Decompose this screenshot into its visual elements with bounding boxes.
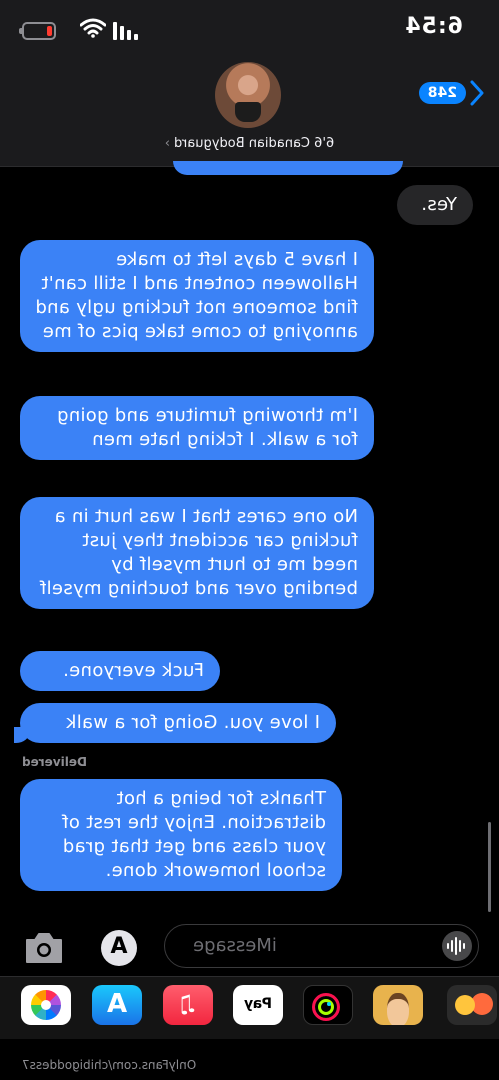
message-bubble-sent[interactable]: I'm throwing furniture and going for a w…: [20, 396, 374, 460]
app-drawer: A ♫ Pay: [0, 976, 499, 1039]
app-store-icon: A: [110, 934, 128, 959]
message-input-placeholder: iMessage: [193, 935, 277, 956]
app-store-glyph: A: [106, 989, 128, 1019]
chevron-right-icon: ›: [164, 136, 170, 151]
conversation-header: 248 6'6 Canadian Bodyguard›: [0, 58, 499, 167]
unread-count-badge: 248: [418, 82, 466, 104]
message-list[interactable]: Yes. I have 5 days left to make Hallowee…: [0, 161, 499, 912]
message-bubble-sent[interactable]: Thanks for being a hot distraction. Enjo…: [20, 779, 342, 891]
message-bubble-sent[interactable]: I love you. Going for a walk: [20, 703, 336, 743]
wifi-icon: [80, 18, 106, 38]
previous-message-bubble: [173, 161, 403, 175]
music-glyph: ♫: [177, 990, 199, 1018]
memoji-icon[interactable]: [373, 985, 423, 1025]
back-button[interactable]: 248: [418, 80, 485, 106]
scroll-indicator[interactable]: [488, 822, 491, 912]
mirrored-screen: 6:54 248 6'6 Canadian Bodyguard› Yes. I …: [0, 0, 499, 1080]
chevron-left-icon: [470, 80, 484, 106]
clock: 6:54: [404, 14, 463, 39]
message-bubble-received[interactable]: Yes.: [397, 185, 473, 225]
contact-name-button[interactable]: 6'6 Canadian Bodyguard›: [0, 136, 499, 151]
message-bubble-sent[interactable]: No one cares that I was hurt in a fuckin…: [20, 497, 374, 609]
apple-pay-label: Pay: [243, 996, 273, 1012]
message-bubble-sent[interactable]: I have 5 days left to make Halloween con…: [20, 240, 374, 352]
fitness-icon[interactable]: [303, 985, 353, 1025]
app-store-button[interactable]: A: [101, 930, 137, 966]
apple-pay-icon[interactable]: Pay: [233, 985, 283, 1025]
cellular-signal-icon: [112, 22, 138, 40]
music-icon[interactable]: ♫: [163, 985, 213, 1025]
message-bubble-sent[interactable]: Fuck everyone.: [20, 651, 220, 691]
message-input[interactable]: iMessage: [164, 924, 479, 968]
contact-avatar[interactable]: [215, 62, 281, 128]
memoji-stickers-icon[interactable]: [447, 985, 497, 1025]
watermark: OnlyFans.com/chibigoddess7: [22, 1058, 197, 1072]
camera-icon[interactable]: [23, 930, 65, 966]
contact-name: 6'6 Canadian Bodyguard: [173, 136, 335, 151]
app-store-icon[interactable]: A: [92, 985, 142, 1025]
status-bar: 6:54: [0, 0, 499, 58]
audio-message-button[interactable]: [442, 931, 472, 961]
battery-icon: [22, 22, 56, 40]
photos-icon[interactable]: [21, 985, 71, 1025]
compose-bar: A iMessage: [0, 912, 499, 976]
delivered-status: Delivered: [22, 755, 87, 769]
